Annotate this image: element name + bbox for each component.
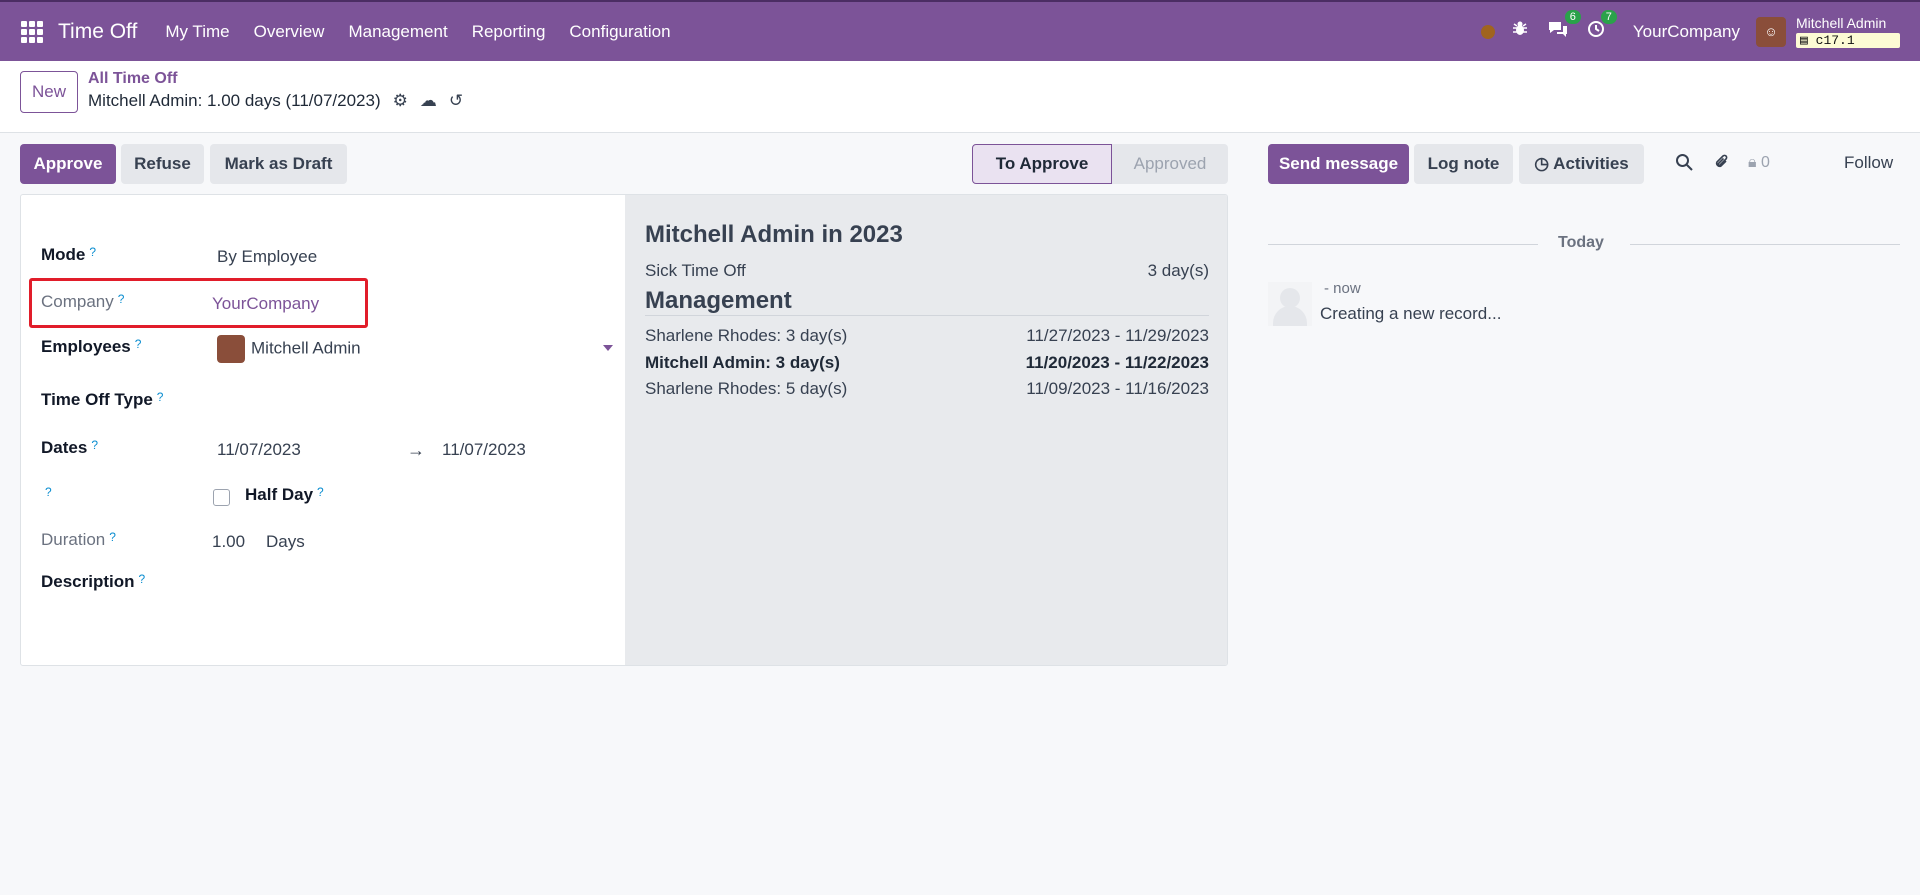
app-name[interactable]: Time Off (58, 20, 137, 44)
menu-configuration[interactable]: Configuration (557, 22, 682, 42)
log-note-button[interactable]: Log note (1414, 144, 1513, 184)
user-avatar[interactable]: ☺ (1756, 16, 1786, 47)
duration-label: Duration? (41, 530, 116, 549)
date-separator: Today (1268, 232, 1900, 256)
activities-button[interactable]: ◷ Activities (1519, 144, 1644, 184)
status-dot-icon[interactable] (1480, 24, 1495, 39)
description-row: Description? (41, 572, 611, 602)
followers-button[interactable]: 🔒︎ 0 (1748, 154, 1770, 172)
summary-row: Sharlene Rhodes: 5 day(s) 11/09/2023 - 11… (645, 379, 1209, 398)
divider (645, 315, 1209, 316)
description-label: Description? (41, 572, 146, 591)
follow-button[interactable]: Follow (1844, 153, 1893, 173)
save-cloud-icon[interactable]: ☁ (420, 91, 437, 111)
menu-my-time[interactable]: My Time (153, 22, 241, 42)
menu-reporting[interactable]: Reporting (460, 22, 558, 42)
arrow-right-icon: → (407, 440, 425, 460)
help-icon: ? (45, 485, 52, 499)
search-icon[interactable] (1675, 153, 1693, 176)
employee-tag[interactable]: Mitchell Admin (217, 335, 361, 363)
message-timestamp: - now (1324, 280, 1361, 297)
activity-clock-icon[interactable]: 7 (1587, 10, 1617, 43)
refuse-button[interactable]: Refuse (121, 144, 204, 184)
new-button[interactable]: New (20, 71, 79, 113)
company-switcher[interactable]: YourCompany (1633, 22, 1740, 42)
sick-time-off-value: 3 day(s) (1147, 261, 1209, 280)
stage-approved[interactable]: Approved (1112, 144, 1228, 184)
form-sheet: Mode? By Employee Company? YourCompany E… (20, 194, 1228, 666)
menu-management[interactable]: Management (336, 22, 459, 42)
half-day-label: Half Day? (245, 485, 324, 504)
top-navbar: Time Off My Time Overview Management Rep… (0, 0, 1920, 61)
chat-badge: 6 (1564, 10, 1581, 24)
lock-icon: 🔒︎ (1748, 154, 1757, 171)
mark-as-draft-button[interactable]: Mark as Draft (210, 144, 347, 184)
breadcrumb-current: Mitchell Admin: 1.00 days (11/07/2023) ⚙… (88, 91, 463, 111)
apps-grid-icon[interactable] (21, 20, 43, 43)
time-off-type-label: Time Off Type? (41, 390, 164, 409)
employees-label: Employees? (41, 337, 142, 356)
company-label: Company? (41, 292, 125, 311)
gear-icon[interactable]: ⚙ (393, 91, 408, 111)
chatter-topbar: Send message Log note ◷ Activities 🔒︎ 0 … (1268, 144, 1900, 184)
dates-row: Dates? 11/07/2023 → 11/07/2023 (41, 438, 611, 468)
date-from-input[interactable]: 11/07/2023 (217, 440, 301, 460)
leave-summary-panel: Mitchell Admin in 2023 Sick Time Off 3 d… (625, 195, 1227, 665)
employee-avatar (217, 335, 245, 363)
dates-label: Dates? (41, 438, 98, 457)
half-day-row: ? Half Day? (41, 485, 611, 515)
record-title: Mitchell Admin: 1.00 days (11/07/2023) (88, 91, 381, 110)
systray: 6 7 YourCompany ☺ Mitchell Admin ▤ c17.1 (1480, 2, 1920, 61)
main-menu: My Time Overview Management Reporting Co… (153, 22, 682, 42)
stage-to-approve[interactable]: To Approve (972, 144, 1112, 184)
company-row: Company? YourCompany (41, 292, 611, 322)
time-off-type-row: Time Off Type? (41, 390, 611, 420)
mode-label: Mode? (41, 245, 97, 264)
duration-row: Duration? 1.00 Days (41, 530, 611, 560)
summary-row: Sharlene Rhodes: 3 day(s) 11/27/2023 - 11… (645, 326, 1209, 345)
discard-icon[interactable]: ↺ (449, 91, 463, 111)
database-badge: ▤ c17.1 (1796, 32, 1900, 48)
employees-row: Employees? Mitchell Admin (41, 335, 613, 367)
send-message-button[interactable]: Send message (1268, 144, 1409, 184)
company-field[interactable]: YourCompany (212, 294, 319, 314)
form-fields: Mode? By Employee Company? YourCompany E… (21, 195, 625, 665)
control-panel: New All Time Off Mitchell Admin: 1.00 da… (0, 61, 1920, 133)
author-avatar (1268, 282, 1312, 326)
form-statusbar: Approve Refuse Mark as Draft To Approve … (20, 144, 1228, 184)
menu-overview[interactable]: Overview (242, 22, 337, 42)
activity-badge: 7 (1600, 10, 1617, 24)
today-label: Today (1558, 234, 1604, 251)
half-day-checkbox[interactable] (213, 489, 230, 506)
chat-icon[interactable]: 6 (1547, 10, 1581, 43)
duration-value: 1.00 (212, 532, 246, 551)
mode-select[interactable]: By Employee (217, 247, 317, 267)
message-body: Creating a new record... (1320, 304, 1502, 323)
sick-time-off-label: Sick Time Off (645, 261, 746, 280)
approve-button[interactable]: Approve (20, 144, 116, 184)
paperclip-icon[interactable] (1713, 153, 1731, 176)
clock-icon: ◷ (1534, 154, 1554, 173)
sick-time-off-row: Sick Time Off 3 day(s) (645, 261, 1209, 281)
summary-row: Mitchell Admin: 3 day(s) 11/20/2023 - 11/… (645, 353, 1209, 372)
user-name: Mitchell Admin (1796, 14, 1887, 31)
chevron-down-icon[interactable] (603, 345, 613, 351)
date-to-input[interactable]: 11/07/2023 (442, 440, 526, 460)
management-title: Management (645, 287, 792, 314)
mode-row: Mode? By Employee (41, 245, 611, 275)
duration-unit: Days (266, 532, 305, 551)
summary-title: Mitchell Admin in 2023 (645, 221, 903, 248)
bug-icon[interactable] (1511, 20, 1529, 43)
breadcrumb-parent-link[interactable]: All Time Off (88, 70, 178, 88)
user-menu[interactable]: Mitchell Admin ▤ c17.1 (1796, 16, 1900, 48)
